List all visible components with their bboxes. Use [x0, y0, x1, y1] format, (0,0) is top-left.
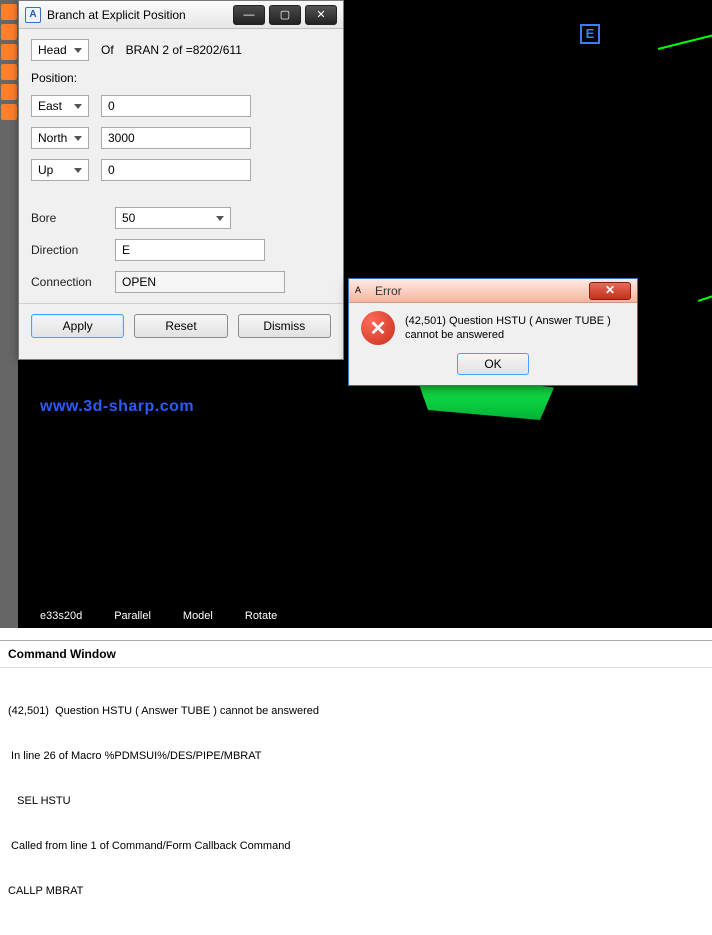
- error-message-line: (42,501) Question HSTU ( Answer TUBE ): [405, 314, 611, 328]
- position-label: Position:: [31, 71, 331, 85]
- chevron-down-icon: [74, 168, 82, 173]
- axis-value: East: [38, 99, 62, 113]
- toolbar-icon[interactable]: [1, 64, 17, 80]
- toolbar-icon[interactable]: [1, 44, 17, 60]
- connection-input[interactable]: [115, 271, 285, 293]
- axis-value: North: [38, 131, 67, 145]
- up-input[interactable]: [101, 159, 251, 181]
- axis-select-east[interactable]: East: [31, 95, 89, 117]
- maximize-button[interactable]: ▢: [269, 5, 301, 25]
- app-icon: A: [25, 7, 41, 23]
- dialog-title: Branch at Explicit Position: [47, 8, 227, 22]
- dialog-titlebar[interactable]: A Branch at Explicit Position — ▢ ✕: [19, 1, 343, 29]
- head-select-value: Head: [38, 43, 67, 57]
- connection-label: Connection: [31, 275, 103, 289]
- error-titlebar[interactable]: A Error ✕: [349, 279, 637, 303]
- toolbar-icon[interactable]: [1, 104, 17, 120]
- dismiss-button[interactable]: Dismiss: [238, 314, 331, 338]
- chevron-down-icon: [74, 104, 82, 109]
- viewport-status-bar: e33s20d Parallel Model Rotate: [40, 610, 277, 622]
- command-window-title: Command Window: [0, 641, 712, 668]
- error-message: (42,501) Question HSTU ( Answer TUBE ) c…: [405, 314, 611, 342]
- output-line: CALLP MBRAT: [8, 884, 704, 899]
- status-item: Model: [183, 610, 213, 622]
- direction-label: Direction: [31, 243, 103, 257]
- branch-name: BRAN 2 of =8202/611: [126, 43, 242, 57]
- app-icon: A: [355, 284, 369, 298]
- output-line: SEL HSTU: [8, 794, 704, 809]
- toolbar-icon[interactable]: [1, 24, 17, 40]
- orientation-east-badge: E: [580, 24, 600, 44]
- left-toolbar: [0, 0, 18, 628]
- chevron-down-icon: [216, 216, 224, 221]
- apply-button[interactable]: Apply: [31, 314, 124, 338]
- output-line: (42,501) Question HSTU ( Answer TUBE ) c…: [8, 704, 704, 719]
- status-item: Parallel: [114, 610, 151, 622]
- bore-select[interactable]: 50: [115, 207, 231, 229]
- chevron-down-icon: [74, 48, 82, 53]
- minimize-button[interactable]: —: [233, 5, 265, 25]
- toolbar-icon[interactable]: [1, 84, 17, 100]
- bore-value: 50: [122, 211, 135, 225]
- reset-button[interactable]: Reset: [134, 314, 227, 338]
- close-button[interactable]: ✕: [589, 282, 631, 300]
- command-window: Command Window (42,501) Question HSTU ( …: [0, 640, 712, 766]
- error-message-line: cannot be answered: [405, 328, 611, 342]
- bore-label: Bore: [31, 211, 103, 225]
- error-dialog: A Error ✕ ✕ (42,501) Question HSTU ( Ans…: [348, 278, 638, 386]
- of-label: Of: [101, 43, 114, 57]
- output-line: Called from line 1 of Command/Form Callb…: [8, 839, 704, 854]
- output-line: In line 26 of Macro %PDMSUI%/DES/PIPE/MB…: [8, 749, 704, 764]
- head-select[interactable]: Head: [31, 39, 89, 61]
- error-title: Error: [375, 284, 583, 298]
- watermark-text: www.3d-sharp.com: [40, 398, 194, 416]
- status-item: e33s20d: [40, 610, 82, 622]
- north-input[interactable]: [101, 127, 251, 149]
- axis-value: Up: [38, 163, 53, 177]
- east-input[interactable]: [101, 95, 251, 117]
- axis-select-up[interactable]: Up: [31, 159, 89, 181]
- error-icon: ✕: [361, 311, 395, 345]
- axis-select-north[interactable]: North: [31, 127, 89, 149]
- model-edge: [698, 275, 712, 302]
- direction-input[interactable]: [115, 239, 265, 261]
- model-edge: [658, 14, 712, 50]
- chevron-down-icon: [74, 136, 82, 141]
- ok-button[interactable]: OK: [457, 353, 529, 375]
- status-item: Rotate: [245, 610, 277, 622]
- branch-dialog: A Branch at Explicit Position — ▢ ✕ Head…: [18, 0, 344, 360]
- close-button[interactable]: ✕: [305, 5, 337, 25]
- command-window-output[interactable]: (42,501) Question HSTU ( Answer TUBE ) c…: [0, 668, 712, 935]
- toolbar-icon[interactable]: [1, 4, 17, 20]
